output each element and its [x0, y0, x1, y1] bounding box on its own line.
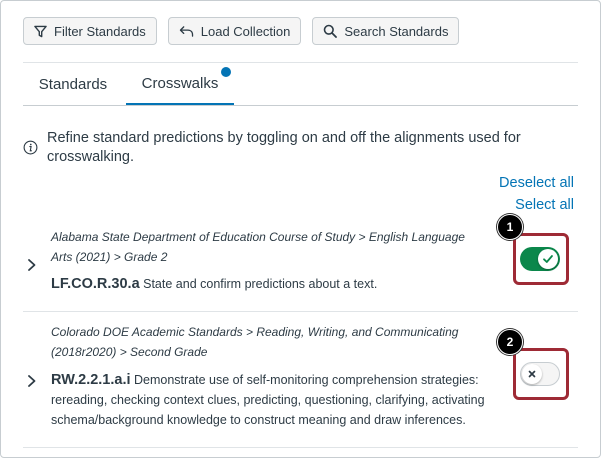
- load-collection-button[interactable]: Load Collection: [167, 17, 302, 45]
- row-1-highlight-box: [513, 233, 569, 285]
- callout-badge-1: 1: [497, 214, 523, 240]
- search-icon: [324, 24, 338, 38]
- tab-crosswalks-label: Crosswalks: [141, 74, 219, 92]
- filter-standards-label: Filter Standards: [54, 23, 146, 39]
- expand-row-1-chevron-icon[interactable]: [27, 258, 37, 277]
- row-1-standard-code: LF.CO.R.30.a: [51, 276, 140, 292]
- toolbar: Filter Standards Load Collection Search …: [23, 17, 460, 45]
- info-icon: [23, 140, 38, 155]
- tab-standards[interactable]: Standards: [27, 63, 119, 106]
- load-collection-label: Load Collection: [200, 23, 291, 39]
- row-1-standard-description: State and confirm predictions about a te…: [143, 277, 378, 291]
- row-divider: [23, 447, 578, 448]
- row-2-highlight-box: [513, 348, 569, 400]
- row-1-standard: LF.CO.R.30.a State and confirm predictio…: [51, 274, 491, 294]
- filter-standards-button[interactable]: Filter Standards: [23, 17, 157, 45]
- deselect-all-link[interactable]: Deselect all: [499, 175, 574, 191]
- search-standards-button[interactable]: Search Standards: [312, 17, 460, 45]
- filter-icon: [34, 25, 47, 37]
- undo-arrow-icon: [179, 25, 193, 37]
- crosswalks-panel: Filter Standards Load Collection Search …: [0, 0, 601, 458]
- row-2-standard-code: RW.2.2.1.a.i: [51, 372, 131, 388]
- expand-row-2-chevron-icon[interactable]: [27, 374, 37, 393]
- row-divider: [23, 311, 578, 312]
- row-1-standard-path: Alabama State Department of Education Co…: [51, 230, 465, 264]
- tab-standards-label: Standards: [38, 76, 108, 93]
- callout-badge-2: 2: [497, 329, 523, 355]
- tabs-divider: [23, 105, 578, 106]
- row-2-standard-path: Colorado DOE Academic Standards > Readin…: [51, 325, 459, 359]
- select-all-link[interactable]: Select all: [515, 197, 574, 213]
- tab-crosswalks[interactable]: Crosswalks: [126, 63, 234, 106]
- row-2-standard: RW.2.2.1.a.i Demonstrate use of self-mon…: [51, 370, 491, 430]
- info-text: Refine standard predictions by toggling …: [47, 130, 521, 165]
- search-standards-label: Search Standards: [344, 23, 449, 39]
- tab-notification-dot: [221, 67, 231, 77]
- info-message: Refine standard predictions by toggling …: [23, 129, 543, 167]
